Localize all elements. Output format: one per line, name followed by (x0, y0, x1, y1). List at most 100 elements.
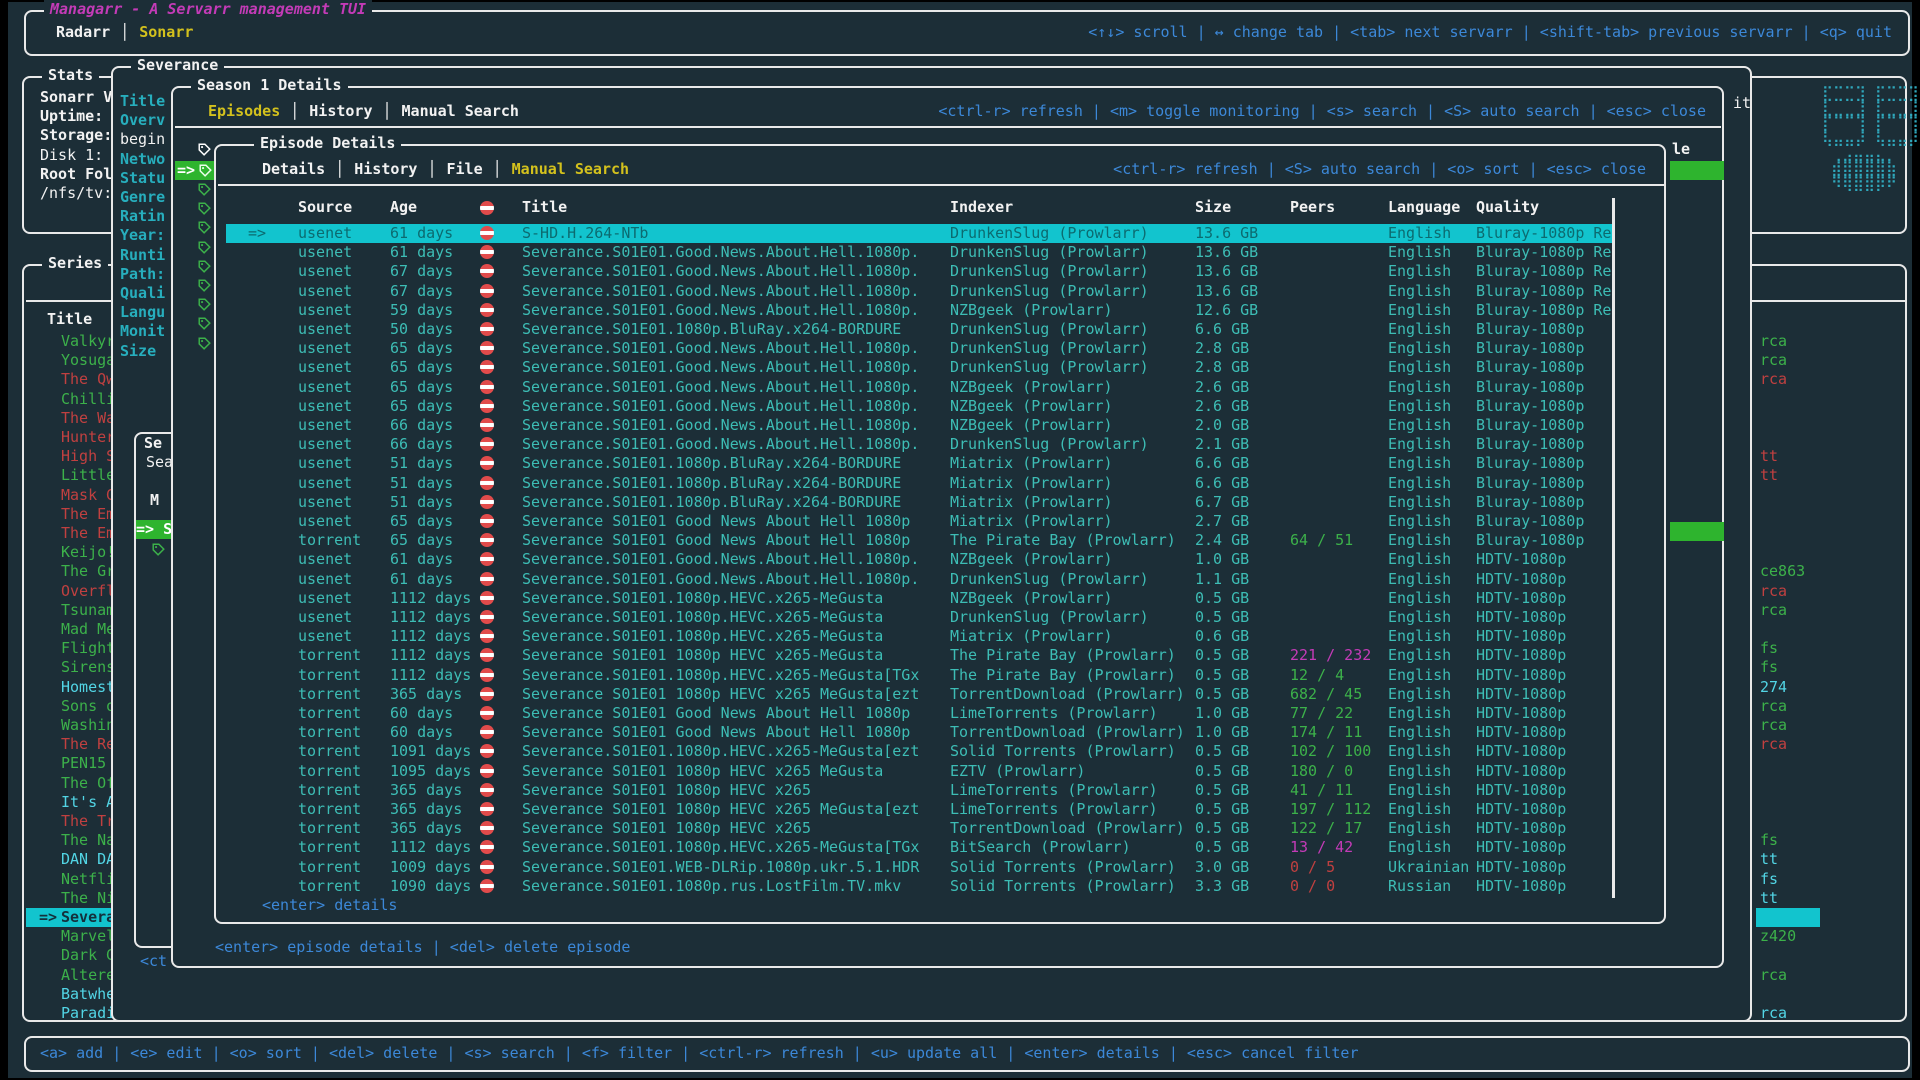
cell-language: English (1388, 550, 1476, 569)
cell-quality: HDTV-1080p (1476, 627, 1612, 646)
results-column-header-age[interactable]: Age (390, 198, 478, 217)
results-column-header-size[interactable]: Size (1195, 198, 1287, 217)
results-scrollbar[interactable] (1612, 198, 1615, 898)
results-row[interactable]: torrent60 daysSeverance S01E01 Good News… (226, 704, 1612, 723)
results-row[interactable]: usenet50 daysSeverance.S01E01.1080p.BluR… (226, 320, 1612, 339)
results-row[interactable]: usenet1112 daysSeverance.S01E01.1080p.HE… (226, 608, 1612, 627)
series-label: Little (61, 466, 115, 485)
results-column-header-source[interactable]: Source (298, 198, 388, 217)
cell-title: Severance.S01E01.1080p.HEVC.x265-MeGusta… (522, 838, 946, 857)
results-row[interactable]: torrent365 daysSeverance S01E01 1080p HE… (226, 819, 1612, 838)
cell-size: 1.0 GB (1195, 550, 1287, 569)
episode-tab-file[interactable]: File (447, 160, 483, 178)
cell-title: Severance.S01E01.1080p.rus.LostFilm.TV.m… (522, 877, 946, 896)
results-row[interactable]: usenet51 daysSeverance.S01E01.1080p.BluR… (226, 454, 1612, 473)
selected-season-row-fragment[interactable]: => S (136, 520, 173, 539)
cell-source: torrent (298, 646, 388, 665)
cell-size: 6.6 GB (1195, 320, 1287, 339)
cell-language: English (1388, 608, 1476, 627)
seasons-box-keybinding-fragment: <ct (140, 952, 167, 971)
results-row[interactable]: usenet51 daysSeverance.S01E01.1080p.BluR… (226, 474, 1612, 493)
results-row[interactable]: usenet61 daysSeverance.S01E01.Good.News.… (226, 243, 1612, 262)
results-row[interactable]: usenet1112 daysSeverance.S01E01.1080p.HE… (226, 589, 1612, 608)
season-tab-history[interactable]: History (309, 102, 372, 120)
results-row[interactable]: torrent65 daysSeverance S01E01 Good News… (226, 531, 1612, 550)
episode-tab-manual-search[interactable]: Manual Search (512, 160, 629, 178)
results-row[interactable]: =>usenet61 daysS-HD.H.264-NTbDrunkenSlug… (226, 224, 1612, 243)
results-row[interactable]: usenet66 daysSeverance.S01E01.Good.News.… (226, 416, 1612, 435)
cell-language: English (1388, 781, 1476, 800)
seasons-box-text-fragment: M (150, 491, 159, 510)
monitored-tag-icon (198, 317, 211, 330)
cell-quality: Bluray-1080p (1476, 416, 1612, 435)
results-row[interactable]: usenet65 daysSeverance S01E01 Good News … (226, 512, 1612, 531)
episode-tab-history[interactable]: History (354, 160, 417, 178)
severance-field-label: Statu (120, 169, 165, 188)
tab-sonarr[interactable]: Sonarr (139, 23, 193, 41)
results-row[interactable]: torrent1009 daysSeverance.S01E01.WEB-DLR… (226, 858, 1612, 877)
cell-indexer: LimeTorrents (Prowlarr) (950, 781, 1190, 800)
results-column-header-title[interactable]: Title (522, 198, 946, 217)
rejected-icon (480, 380, 494, 394)
results-row[interactable]: usenet65 daysSeverance.S01E01.Good.News.… (226, 397, 1612, 416)
cell-quality: Bluray-1080p (1476, 531, 1612, 550)
results-row[interactable]: torrent1090 daysSeverance.S01E01.1080p.r… (226, 877, 1612, 896)
results-row[interactable]: usenet65 daysSeverance.S01E01.Good.News.… (226, 339, 1612, 358)
results-column-header-language[interactable]: Language (1388, 198, 1476, 217)
results-row[interactable]: torrent1095 daysSeverance S01E01 1080p H… (226, 762, 1612, 781)
results-row[interactable]: torrent1112 daysSeverance.S01E01.1080p.H… (226, 666, 1612, 685)
cell-indexer: DrunkenSlug (Prowlarr) (950, 243, 1190, 262)
results-row[interactable]: usenet65 daysSeverance.S01E01.Good.News.… (226, 358, 1612, 377)
rejected-icon (480, 514, 494, 528)
selected-episode-row-fragment-left[interactable]: => (175, 161, 216, 180)
library-cell-fragment: tt (1760, 850, 1778, 869)
results-row[interactable]: torrent60 daysSeverance S01E01 Good News… (226, 723, 1612, 742)
cell-language: English (1388, 627, 1476, 646)
cell-size: 13.6 GB (1195, 282, 1287, 301)
cell-age: 65 days (390, 397, 478, 416)
results-row[interactable]: usenet1112 daysSeverance.S01E01.1080p.HE… (226, 627, 1612, 646)
results-row[interactable]: torrent1091 daysSeverance.S01E01.1080p.H… (226, 742, 1612, 761)
cell-quality: Bluray-1080p (1476, 493, 1612, 512)
bottom-keybindings: <a> add | <e> edit | <o> sort | <del> de… (40, 1044, 1359, 1063)
cell-size: 2.0 GB (1195, 416, 1287, 435)
cell-age: 65 days (390, 358, 478, 377)
managarr-logo-art: ⣏⣉⣉⣹ ⣏⣉⣉⣹ ⣇⣀⣀⣸ ⣇⣀⣀⣸ ⡏⠉⠉⢹ ⡏⠉⠉⢹ ⢧⣤⣤⡼ ⢧⣤⣤⡼ … (1822, 86, 1919, 191)
results-column-header-quality[interactable]: Quality (1476, 198, 1612, 217)
results-row[interactable]: usenet51 daysSeverance.S01E01.1080p.BluR… (226, 493, 1612, 512)
season-tab-manual-search[interactable]: Manual Search (402, 102, 519, 120)
results-column-header-peers[interactable]: Peers (1290, 198, 1390, 217)
cell-size: 0.5 GB (1195, 838, 1287, 857)
cell-quality: HDTV-1080p (1476, 608, 1612, 627)
results-row[interactable]: torrent1112 daysSeverance S01E01 1080p H… (226, 646, 1612, 665)
cell-title: Severance S01E01 1080p HEVC x265 MeGusta… (522, 685, 946, 704)
results-row[interactable]: torrent365 daysSeverance S01E01 1080p HE… (226, 800, 1612, 819)
results-row[interactable]: usenet67 daysSeverance.S01E01.Good.News.… (226, 262, 1612, 281)
tab-radarr[interactable]: Radarr (56, 23, 110, 41)
season-tabs: Episodes│History│Manual Search (208, 102, 519, 121)
library-cell-fragment: fs (1760, 658, 1778, 677)
library-cell-fragment: 274 (1760, 678, 1787, 697)
cell-age: 365 days (390, 800, 478, 819)
cell-indexer: EZTV (Prowlarr) (950, 762, 1190, 781)
results-row[interactable]: usenet61 daysSeverance.S01E01.Good.News.… (226, 550, 1612, 569)
results-row[interactable]: torrent1112 daysSeverance.S01E01.1080p.H… (226, 838, 1612, 857)
results-row[interactable]: usenet65 daysSeverance.S01E01.Good.News.… (226, 378, 1612, 397)
cell-language: Russian (1388, 877, 1476, 896)
cell-age: 61 days (390, 243, 478, 262)
results-row[interactable]: usenet66 daysSeverance.S01E01.Good.News.… (226, 435, 1612, 454)
cell-language: English (1388, 666, 1476, 685)
results-row[interactable]: usenet67 daysSeverance.S01E01.Good.News.… (226, 282, 1612, 301)
results-row[interactable]: usenet59 daysSeverance.S01E01.Good.News.… (226, 301, 1612, 320)
results-row[interactable]: usenet61 daysSeverance.S01E01.Good.News.… (226, 570, 1612, 589)
cell-source: usenet (298, 262, 388, 281)
season-tab-episodes[interactable]: Episodes (208, 102, 280, 120)
episode-tab-details[interactable]: Details (262, 160, 325, 178)
cell-language: English (1388, 358, 1476, 377)
cell-source: usenet (298, 397, 388, 416)
results-column-header-indexer[interactable]: Indexer (950, 198, 1190, 217)
results-row[interactable]: torrent365 daysSeverance S01E01 1080p HE… (226, 781, 1612, 800)
cell-source: torrent (298, 819, 388, 838)
cell-indexer: DrunkenSlug (Prowlarr) (950, 224, 1190, 243)
results-row[interactable]: torrent365 daysSeverance S01E01 1080p HE… (226, 685, 1612, 704)
